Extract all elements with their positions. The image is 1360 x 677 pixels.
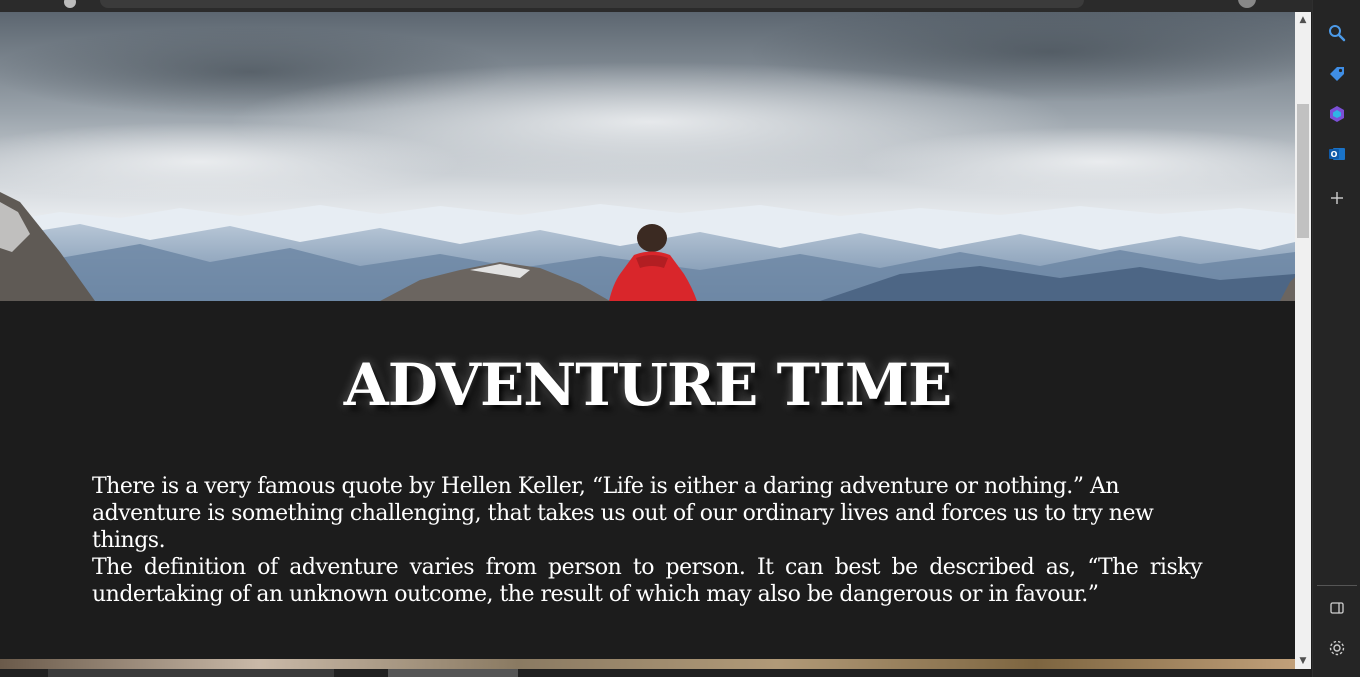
scroll-down-arrow-icon[interactable]: ▼ xyxy=(1295,653,1311,669)
back-icon[interactable] xyxy=(64,0,76,8)
taskbar-item[interactable] xyxy=(48,669,334,677)
copilot-icon[interactable] xyxy=(1325,102,1349,126)
settings-icon[interactable] xyxy=(1325,636,1349,660)
scroll-up-arrow-icon[interactable]: ▲ xyxy=(1295,12,1311,28)
hero-image xyxy=(0,12,1295,301)
browser-toolbar xyxy=(0,0,1320,12)
sidebar-divider xyxy=(1317,585,1357,586)
svg-text:O: O xyxy=(1331,150,1338,159)
address-bar[interactable] xyxy=(100,0,1084,8)
intro-paragraph: There is a very famous quote by Hellen K… xyxy=(92,474,1154,553)
profile-avatar[interactable] xyxy=(1238,0,1256,8)
os-taskbar xyxy=(0,669,1312,677)
page-scrollbar[interactable]: ▲ ▼ xyxy=(1295,12,1311,669)
sidebar-panel-icon[interactable] xyxy=(1325,596,1349,620)
search-icon[interactable] xyxy=(1325,21,1349,45)
add-icon[interactable] xyxy=(1325,186,1349,210)
definition-paragraph: The definition of adventure varies from … xyxy=(92,555,1203,607)
outlook-icon[interactable]: O xyxy=(1325,142,1349,166)
tag-icon[interactable] xyxy=(1325,62,1349,86)
page-title: ADVENTURE TIME xyxy=(343,351,953,419)
scroll-thumb[interactable] xyxy=(1297,104,1309,238)
edge-sidebar: O xyxy=(1312,0,1360,677)
taskbar-item-active[interactable] xyxy=(388,669,518,677)
webpage: ADVENTURE TIME There is a very famous qu… xyxy=(0,12,1295,677)
content-section: ADVENTURE TIME There is a very famous qu… xyxy=(0,301,1295,659)
